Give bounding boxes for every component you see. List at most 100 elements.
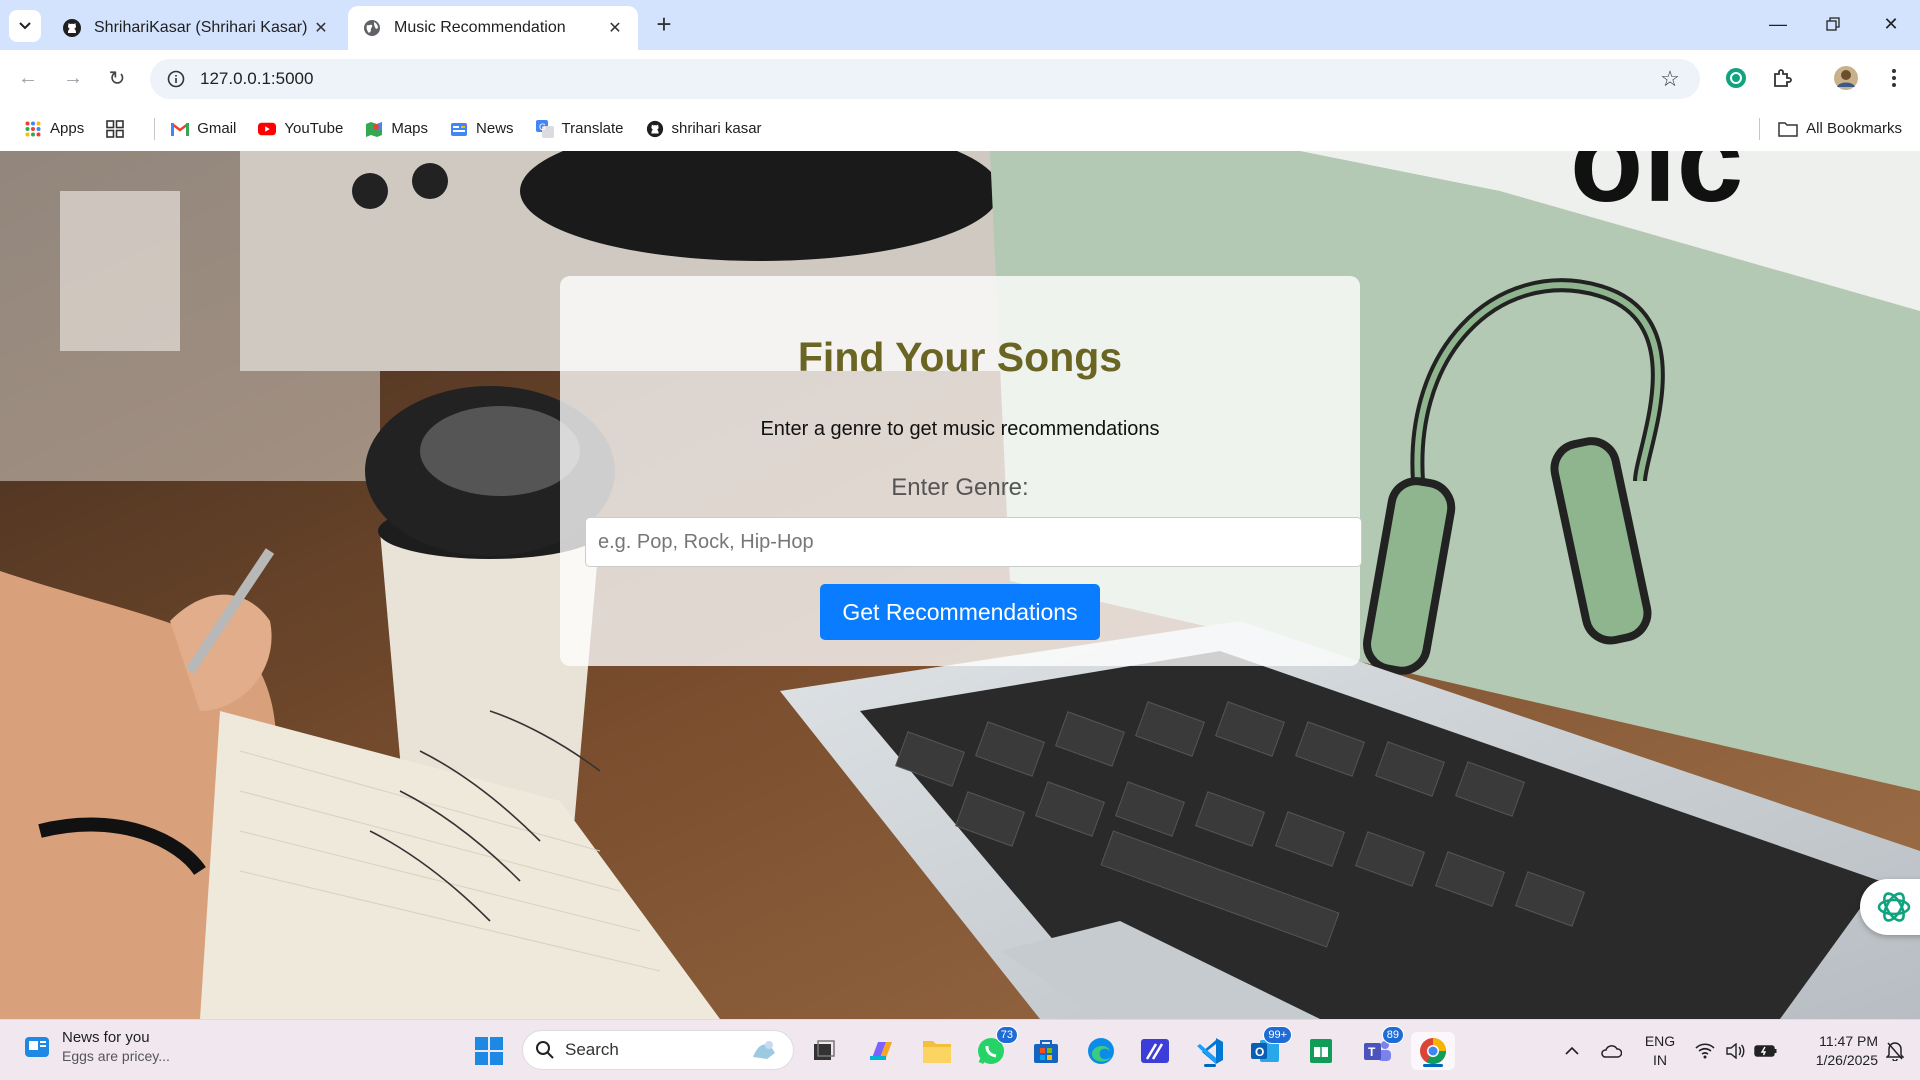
openai-icon (1877, 892, 1911, 922)
svg-text:O: O (1255, 1045, 1264, 1059)
edge-icon (1088, 1038, 1114, 1064)
bell-icon (1886, 1041, 1904, 1061)
browser-toolbar: ← → ↻ 127.0.0.1:5000 ☆ (0, 50, 1920, 106)
forward-button[interactable]: → (57, 62, 89, 94)
folder-icon (923, 1041, 951, 1063)
reload-button[interactable]: ↻ (101, 62, 133, 94)
whatsapp-badge: 73 (995, 1026, 1018, 1044)
bookmark-label: Translate (561, 120, 624, 137)
tab-search-button[interactable] (9, 10, 41, 42)
close-icon[interactable]: ✕ (604, 17, 626, 39)
outlook-app[interactable]: O 99+ (1246, 1026, 1292, 1070)
maps-icon (365, 120, 383, 138)
site-info-icon[interactable] (156, 70, 196, 88)
restore-icon (1826, 17, 1840, 31)
task-view-icon (814, 1040, 835, 1060)
back-button[interactable]: ← (12, 62, 44, 94)
bookmark-label: shrihari kasar (671, 120, 762, 137)
language-indicator[interactable]: ENG IN (1640, 1032, 1680, 1070)
cloud-icon (1601, 1044, 1622, 1058)
chrome-app[interactable] (1411, 1032, 1455, 1070)
tab-github[interactable]: ShrihariKasar (Shrihari Kasar) ✕ (48, 6, 344, 50)
news-icon (450, 120, 468, 138)
vscode-app[interactable] (1191, 1032, 1229, 1070)
bookmark-youtube[interactable]: YouTube (258, 120, 343, 138)
genre-input[interactable] (585, 517, 1362, 567)
bookmark-label: Apps (50, 120, 85, 137)
active-indicator (1423, 1064, 1443, 1067)
chatgpt-extension-icon[interactable] (1720, 62, 1752, 94)
address-bar[interactable]: 127.0.0.1:5000 ☆ (150, 59, 1700, 99)
github-icon (646, 120, 664, 138)
tab-groups-icon (106, 119, 125, 138)
copilot-icon (870, 1042, 892, 1060)
battery-button[interactable] (1752, 1020, 1780, 1080)
windows-taskbar: News for you Eggs are pricey... Search 7… (0, 1019, 1920, 1080)
bookmarks-bar: Apps Gmail YouTube Maps News G Translate (0, 106, 1920, 151)
news-title: News for you (62, 1029, 150, 1046)
arrow-left-icon: ← (18, 66, 38, 89)
edge-app[interactable] (1082, 1032, 1120, 1070)
bookmarks-divider (154, 117, 156, 140)
news-widget[interactable]: News for you Eggs are pricey... (22, 1028, 170, 1066)
tab-title: ShrihariKasar (Shrihari Kasar) (94, 19, 308, 36)
bookmark-gmail[interactable]: Gmail (171, 120, 236, 138)
show-hidden-icons-button[interactable] (1558, 1020, 1586, 1080)
plus-icon: + (656, 8, 672, 39)
more-vertical-icon (1892, 69, 1896, 87)
whatsapp-app[interactable]: 73 (972, 1026, 1018, 1070)
bookmark-maps[interactable]: Maps (365, 120, 428, 138)
bookmark-news[interactable]: News (450, 120, 514, 138)
minimize-button[interactable]: — (1755, 8, 1801, 40)
clock-time: 11:47 PM (1819, 1033, 1878, 1049)
page-title: Find Your Songs (797, 334, 1123, 380)
globe-icon (362, 18, 382, 38)
restore-button[interactable] (1810, 8, 1856, 40)
teams-app[interactable]: T 89 (1358, 1026, 1404, 1070)
bookmark-star-icon[interactable]: ☆ (1650, 66, 1690, 92)
chevron-down-icon (19, 22, 31, 30)
get-recommendations-button[interactable]: Get Recommendations (820, 584, 1100, 640)
taskbar-search[interactable]: Search (522, 1030, 794, 1070)
vscode-icon (1197, 1038, 1223, 1064)
bookmark-translate[interactable]: G Translate (535, 119, 624, 138)
store-icon (1034, 1040, 1058, 1063)
volume-button[interactable] (1722, 1020, 1748, 1080)
close-window-button[interactable]: ✕ (1868, 8, 1914, 40)
wifi-button[interactable] (1692, 1020, 1718, 1080)
bookmark-github[interactable]: shrihari kasar (646, 120, 762, 138)
genre-label: Enter Genre: (891, 474, 1029, 501)
onedrive-button[interactable] (1596, 1020, 1626, 1080)
bookmarks-divider (1759, 117, 1761, 140)
chatgpt-float-button[interactable] (1860, 879, 1920, 935)
sheets-app[interactable] (1302, 1032, 1340, 1070)
new-tab-button[interactable]: + (650, 8, 678, 39)
wifi-icon (1695, 1042, 1715, 1058)
browser-menu-button[interactable] (1878, 62, 1910, 94)
svg-text:olc: olc (1570, 151, 1743, 227)
close-icon[interactable]: ✕ (310, 17, 332, 39)
pen-app[interactable] (1136, 1032, 1174, 1070)
file-explorer-app[interactable] (918, 1032, 956, 1070)
extensions-puzzle-icon[interactable] (1766, 62, 1798, 94)
teams-badge: 89 (1381, 1026, 1404, 1044)
pen-app-icon (1141, 1039, 1169, 1063)
tab-music-recommendation[interactable]: Music Recommendation ✕ (348, 6, 638, 50)
speaker-icon (1726, 1042, 1745, 1059)
profile-avatar[interactable] (1830, 62, 1862, 94)
running-indicator (1204, 1064, 1216, 1067)
url-text[interactable]: 127.0.0.1:5000 (200, 69, 1650, 89)
bookmark-apps[interactable]: Apps (24, 120, 84, 138)
all-bookmarks-button[interactable]: All Bookmarks (1759, 106, 1902, 151)
copilot-app[interactable] (862, 1032, 900, 1070)
bookmark-tab-groups[interactable] (106, 119, 132, 138)
task-view-button[interactable] (805, 1032, 843, 1070)
microsoft-store-app[interactable] (1027, 1032, 1065, 1070)
start-button[interactable] (470, 1032, 508, 1070)
news-widget-icon (25, 1037, 49, 1057)
tab-title: Music Recommendation (394, 19, 566, 36)
search-card: Find Your Songs Enter a genre to get mus… (560, 276, 1362, 666)
bookmark-label: Maps (391, 120, 429, 137)
clock[interactable]: 11:47 PM 1/26/2025 (1788, 1032, 1878, 1070)
notifications-button[interactable] (1880, 1020, 1910, 1080)
